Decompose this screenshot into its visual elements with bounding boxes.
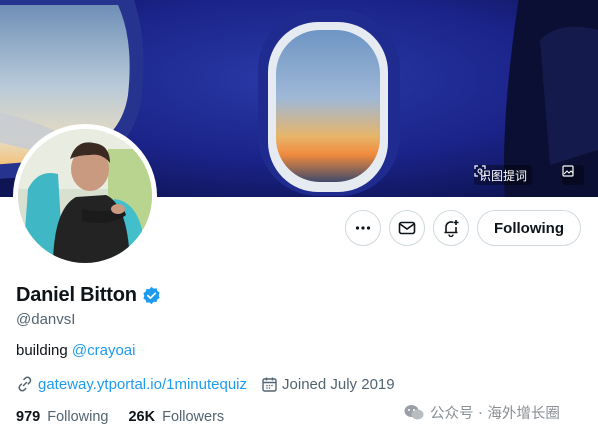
- joined-date: Joined July 2019: [282, 375, 395, 393]
- avatar-photo: [18, 129, 152, 263]
- mail-icon: [398, 221, 416, 235]
- avatar[interactable]: [13, 124, 157, 268]
- more-dots-icon: [355, 226, 371, 230]
- user-handle: @danvsI: [16, 311, 76, 328]
- followers-count: 26K: [128, 409, 156, 425]
- more-button[interactable]: [345, 210, 381, 246]
- notifications-button[interactable]: [433, 210, 469, 246]
- wechat-icon: [404, 405, 424, 420]
- watermark: 公众号 · 海外增长圈: [404, 402, 560, 423]
- bell-plus-icon: [444, 220, 459, 237]
- following-label: Following: [47, 409, 109, 425]
- following-button[interactable]: Following: [477, 210, 581, 246]
- image-text-tool-button[interactable]: 识图提词: [474, 165, 533, 185]
- name-row: Daniel Bitton: [16, 284, 161, 307]
- bio-mention-link[interactable]: @crayoai: [72, 342, 136, 359]
- calendar-icon: [262, 377, 277, 392]
- image-text-tool-label: 识图提词: [479, 168, 528, 183]
- followers-label: Followers: [162, 409, 225, 425]
- website-link[interactable]: gateway.ytportal.io/1minutequiz: [38, 376, 247, 393]
- image-search-button[interactable]: [562, 165, 584, 185]
- image-search-icon: [562, 165, 574, 177]
- follow-stats: 979 Following 26K Followers: [16, 409, 244, 425]
- joined-item: Joined July 2019: [261, 376, 395, 393]
- message-button[interactable]: [389, 210, 425, 246]
- display-name: Daniel Bitton: [16, 284, 137, 306]
- bio: building @crayoai: [16, 342, 135, 359]
- followers-stat-link[interactable]: 26K Followers: [128, 409, 224, 425]
- link-icon: [18, 376, 32, 392]
- bio-text: building: [16, 342, 72, 359]
- profile-meta: gateway.ytportal.io/1minutequiz Joined J…: [16, 375, 409, 393]
- following-count: 979: [16, 409, 41, 425]
- website-item: gateway.ytportal.io/1minutequiz: [16, 375, 247, 393]
- following-stat-link[interactable]: 979 Following: [16, 409, 108, 425]
- verified-badge-icon[interactable]: [142, 286, 161, 305]
- watermark-text: 公众号 · 海外增长圈: [430, 406, 560, 422]
- scan-text-icon: [474, 165, 486, 177]
